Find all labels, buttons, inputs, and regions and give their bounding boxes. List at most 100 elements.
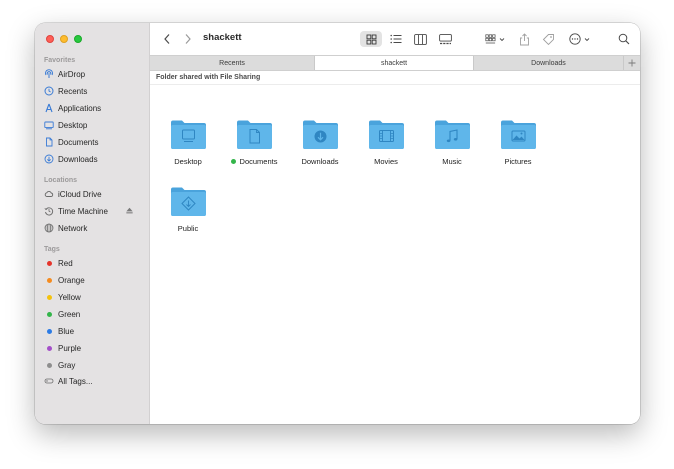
sidebar-item-documents[interactable]: Documents [44, 135, 144, 149]
sidebar-item-label: All Tags... [58, 376, 93, 386]
finder-window: Favorites AirDrop Recents Applications D… [35, 23, 640, 424]
tag-button[interactable] [540, 31, 556, 47]
column-view-button[interactable] [410, 31, 430, 47]
folder-movies[interactable]: Movies [356, 119, 416, 166]
sidebar-item-time-machine[interactable]: Time Machine [44, 204, 144, 218]
sidebar-item-downloads[interactable]: Downloads [44, 152, 144, 166]
folder-name: Pictures [504, 157, 532, 166]
network-icon [44, 223, 54, 233]
group-by-button[interactable] [482, 31, 508, 47]
sidebar-item-network[interactable]: Network [44, 221, 144, 235]
folder-documents[interactable]: Documents [224, 119, 284, 166]
folder-name: Desktop [174, 157, 202, 166]
plus-icon [628, 59, 636, 67]
sidebar-item-label: AirDrop [58, 69, 86, 79]
sidebar: Favorites AirDrop Recents Applications D… [35, 23, 150, 424]
folder-public[interactable]: Public [158, 186, 218, 233]
close-window-button[interactable] [46, 35, 54, 43]
sidebar-item-label: Gray [58, 360, 76, 370]
folder-name: Public [177, 224, 199, 233]
airdrop-icon [44, 69, 54, 79]
tab-bar: Recents shackett Downloads [150, 55, 640, 71]
folder-name: Documents [239, 157, 278, 166]
sidebar-item-desktop[interactable]: Desktop [44, 118, 144, 132]
folder-label: Public [178, 224, 198, 233]
sidebar-item-label: Recents [58, 86, 88, 96]
tag-color-dot [47, 294, 52, 300]
folder-desktop[interactable]: Desktop [158, 119, 218, 166]
cloud-icon [44, 189, 54, 199]
tags-header: Tags [44, 246, 60, 253]
folder-label: Downloads [301, 157, 338, 166]
sidebar-item-tag-green[interactable]: Green [44, 307, 144, 321]
sidebar-item-tag-yellow[interactable]: Yellow [44, 290, 144, 304]
eject-icon[interactable] [125, 206, 134, 215]
sidebar-item-tag-red[interactable]: Red [44, 256, 144, 270]
chevron-left-icon [164, 34, 170, 44]
ellipsis-circle-icon [568, 33, 581, 45]
sidebar-item-applications[interactable]: Applications [44, 101, 144, 115]
tag-color-dot [47, 362, 52, 368]
tag-color-dot [47, 277, 52, 283]
tag-color-dot [230, 159, 236, 164]
sidebar-item-recents[interactable]: Recents [44, 84, 144, 98]
folder-name: Downloads [301, 157, 339, 166]
window-controls [46, 35, 82, 43]
folder-downloads[interactable]: Downloads [290, 119, 350, 166]
sidebar-item-label: Yellow [58, 292, 81, 302]
sidebar-item-tag-gray[interactable]: Gray [44, 358, 144, 372]
sidebar-item-label: Applications [58, 103, 102, 113]
sidebar-item-label: Documents [58, 137, 99, 147]
sidebar-item-icloud-drive[interactable]: iCloud Drive [44, 187, 144, 201]
tab-recents[interactable]: Recents [150, 56, 315, 70]
sidebar-item-tag-purple[interactable]: Purple [44, 341, 144, 355]
sidebar-item-label: Orange [58, 275, 85, 285]
search-button[interactable] [616, 31, 632, 47]
folder-label: Movies [374, 157, 398, 166]
tab-shackett[interactable]: shackett [315, 56, 474, 70]
folder-music[interactable]: Music [422, 119, 482, 166]
pictures-folder-icon [500, 120, 536, 149]
sidebar-item-label: Time Machine [58, 206, 108, 216]
time-machine-icon [44, 206, 54, 216]
share-icon [519, 32, 529, 45]
folder-pictures[interactable]: Pictures [488, 119, 548, 166]
list-view-button[interactable] [386, 31, 406, 47]
folder-label: Desktop [174, 157, 202, 166]
sidebar-item-all-tags[interactable]: All Tags... [44, 374, 144, 388]
sidebar-item-airdrop[interactable]: AirDrop [44, 67, 144, 81]
desktop-folder-icon [170, 120, 206, 149]
sidebar-item-tag-orange[interactable]: Orange [44, 273, 144, 287]
tab-downloads[interactable]: Downloads [474, 56, 624, 70]
sidebar-item-label: Downloads [58, 154, 98, 164]
tag-color-dot [47, 311, 52, 317]
tag-color-dot [47, 260, 52, 266]
sidebar-item-label: Purple [58, 343, 82, 353]
icon-view-button[interactable] [360, 31, 382, 47]
forward-button[interactable] [181, 31, 195, 47]
gallery-view-button[interactable] [435, 31, 455, 47]
tag-color-dot [47, 328, 52, 334]
folder-name: Movies [374, 157, 398, 166]
share-button[interactable] [516, 31, 532, 47]
sidebar-item-label: Blue [58, 326, 75, 336]
sidebar-item-label: Network [58, 223, 88, 233]
action-menu-button[interactable] [566, 31, 592, 47]
file-browser: Folder shared with File Sharing Desktop … [150, 71, 640, 424]
desktop-icon [44, 120, 54, 130]
group-icon [485, 33, 496, 43]
chevron-down-icon [584, 37, 589, 41]
folder-label: Music [442, 157, 462, 166]
new-tab-button[interactable] [624, 56, 640, 70]
zoom-window-button[interactable] [74, 35, 82, 43]
movies-folder-icon [368, 120, 404, 149]
document-icon [44, 137, 54, 147]
folder-label: Pictures [504, 157, 531, 166]
sidebar-item-tag-blue[interactable]: Blue [44, 324, 144, 338]
folder-name: Music [442, 157, 462, 166]
documents-folder-icon [236, 120, 272, 149]
gallery-view-icon [438, 33, 452, 44]
minimize-window-button[interactable] [60, 35, 68, 43]
back-button[interactable] [160, 31, 174, 47]
chevron-down-icon [499, 37, 505, 41]
